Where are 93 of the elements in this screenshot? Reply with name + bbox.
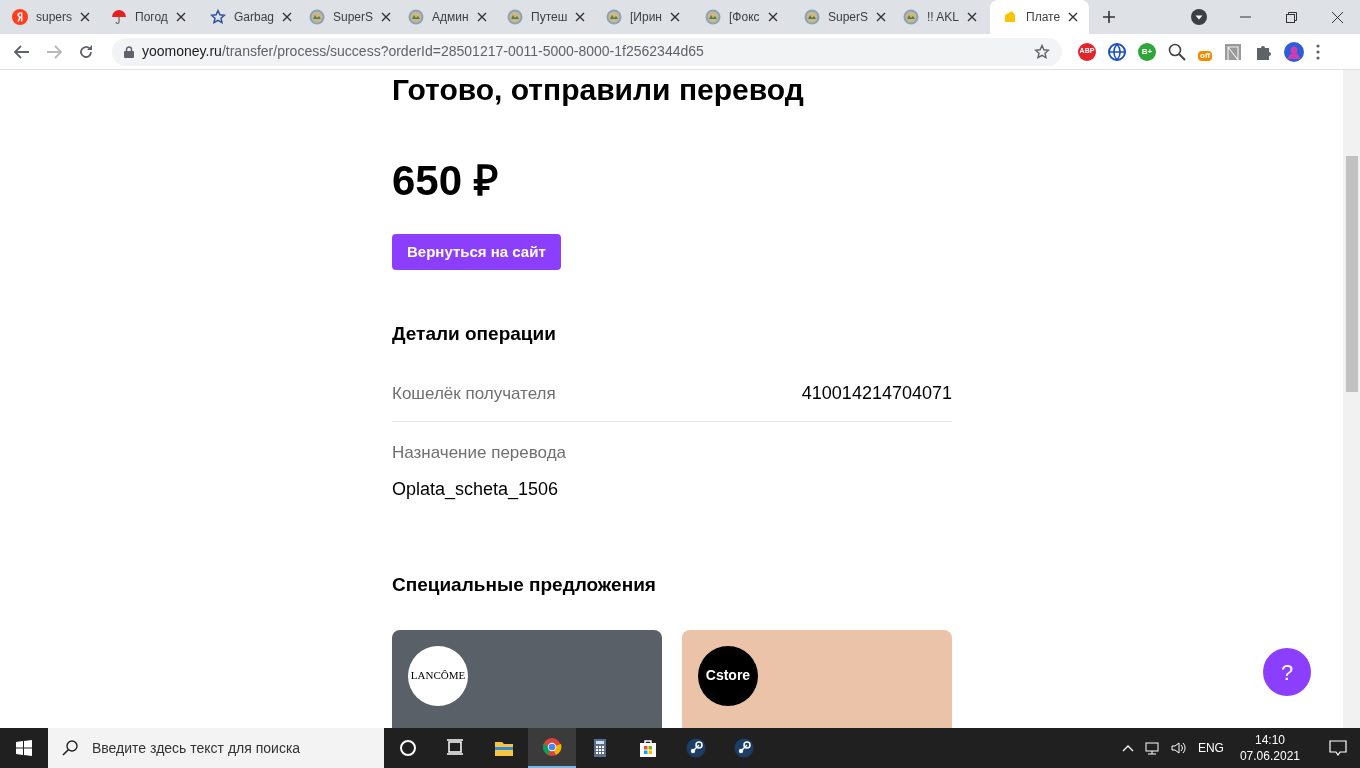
star-icon[interactable]	[1034, 43, 1050, 60]
tab-title: SuperS	[828, 9, 869, 26]
tab-title: Путеш	[531, 9, 568, 26]
close-icon[interactable]	[80, 12, 91, 22]
more-menu-icon[interactable]	[1316, 43, 1321, 60]
lock-icon	[124, 45, 134, 58]
browser-tab[interactable]: !! AKL	[891, 0, 990, 34]
offer-card[interactable]: Cstore	[682, 629, 952, 728]
back-arrow-icon[interactable]	[14, 44, 30, 59]
task-view-icon	[446, 738, 466, 758]
back-to-site-button[interactable]: Вернуться на сайт	[392, 234, 561, 270]
store-bag-icon	[638, 738, 658, 758]
scrollbar[interactable]	[1343, 70, 1360, 728]
wallet-icon	[1002, 9, 1018, 25]
close-icon[interactable]	[669, 12, 680, 22]
detail-label: Кошелёк получателя	[392, 382, 556, 405]
close-icon[interactable]	[175, 12, 186, 22]
page-title: Готово, отправили перевод	[392, 72, 805, 108]
taskbar-app-button[interactable]	[528, 728, 576, 768]
offer-card[interactable]: LANCÔME	[392, 629, 662, 728]
section-heading: Детали операции	[392, 322, 557, 346]
detail-value: Oplata_scheta_1506	[392, 477, 560, 502]
chevron-up-icon[interactable]	[1121, 744, 1134, 752]
notifications-icon[interactable]	[1329, 740, 1347, 756]
close-icon[interactable]	[476, 12, 487, 22]
detail-label: Назначение перевода	[392, 442, 568, 464]
avatar-icon[interactable]	[1284, 41, 1305, 62]
reload-icon[interactable]	[78, 43, 94, 60]
tab-title: [Ирин	[630, 9, 662, 26]
tab-title: Админ	[432, 9, 469, 26]
steam-icon	[686, 738, 706, 758]
tab-title: [Фокс	[729, 9, 760, 26]
star-icon	[210, 9, 226, 25]
browser-tab[interactable]: SuperS	[792, 0, 891, 34]
close-icon[interactable]	[1068, 12, 1079, 22]
network-icon[interactable]	[1143, 740, 1160, 756]
browser-tab[interactable]: Garbag	[198, 0, 297, 34]
clock[interactable]: 14:10 07.06.2021	[1233, 732, 1306, 764]
address-bar[interactable]: yoomoney.ru/transfer/process/success?orderId=28501217-0011-5000-8000-1f2562344d65	[112, 37, 1062, 66]
tab-title: Плате	[1026, 9, 1061, 26]
brand-logo: Cstore	[698, 645, 758, 706]
close-icon[interactable]	[967, 12, 978, 22]
browser-tab[interactable]: [Фокс	[693, 0, 792, 34]
taskbar-search-field[interactable]: Введите здесь текст для поиска	[48, 728, 384, 768]
browser-tab[interactable]: SuperS	[297, 0, 396, 34]
tab-title: !! AKL	[927, 9, 960, 26]
globe-icon	[507, 9, 523, 25]
yandex-logo-icon	[12, 9, 28, 25]
browser-tab[interactable]: Админ	[396, 0, 495, 34]
close-icon[interactable]	[381, 12, 392, 22]
chrome-icon	[542, 737, 562, 757]
close-icon[interactable]	[1331, 11, 1343, 23]
close-icon[interactable]	[575, 12, 586, 22]
close-icon[interactable]	[767, 12, 778, 22]
new-tab-icon[interactable]	[1102, 10, 1116, 24]
cortana-icon	[398, 738, 418, 758]
time-text: 14:10	[1254, 732, 1285, 748]
section-heading: Специальные предложения	[392, 572, 657, 597]
close-icon[interactable]	[876, 12, 887, 22]
magnifier-icon[interactable]	[1168, 42, 1186, 61]
help-button[interactable]: ?	[1263, 648, 1311, 696]
umbrella-icon	[111, 9, 127, 25]
globe-icon	[705, 9, 721, 25]
tab-title: supers	[36, 9, 73, 26]
speaker-icon[interactable]	[1169, 740, 1188, 756]
tab-title: SuperS	[333, 9, 374, 26]
browser-tab[interactable]: supers	[0, 0, 99, 34]
url-text: yoomoney.ru/transfer/process/success?orderId=28501217-0011-5000-8000-1f2562344d65	[142, 42, 705, 61]
date-text: 07.06.2021	[1239, 748, 1300, 764]
globe-icon	[606, 9, 622, 25]
search-icon	[62, 740, 78, 756]
language-indicator[interactable]: ENG	[1197, 739, 1224, 757]
globe-icon	[804, 9, 820, 25]
tab-search-icon[interactable]	[1191, 9, 1207, 25]
tab-title: Garbag	[234, 9, 275, 26]
browser-tab[interactable]: [Ирин	[594, 0, 693, 34]
globe-icon	[309, 9, 325, 25]
minimize-icon[interactable]	[1239, 16, 1251, 18]
brand-logo: LANCÔME	[408, 645, 468, 706]
restore-icon[interactable]	[1285, 11, 1297, 23]
globe-icon[interactable]	[1108, 42, 1126, 61]
globe-icon	[903, 9, 919, 25]
tab-title: Погод	[135, 9, 168, 26]
browser-tab[interactable]: Погод	[99, 0, 198, 34]
amount-text: 650 ₽	[392, 156, 499, 206]
browser-tab[interactable]: Путеш	[495, 0, 594, 34]
browser-tab[interactable]: Плате	[990, 0, 1089, 34]
windows-start-icon[interactable]	[16, 740, 32, 756]
steam-icon	[734, 738, 754, 758]
bridge-icon[interactable]	[1224, 42, 1243, 61]
close-icon[interactable]	[282, 12, 293, 22]
detail-value: 410014214704071	[801, 382, 952, 405]
globe-icon	[408, 9, 424, 25]
